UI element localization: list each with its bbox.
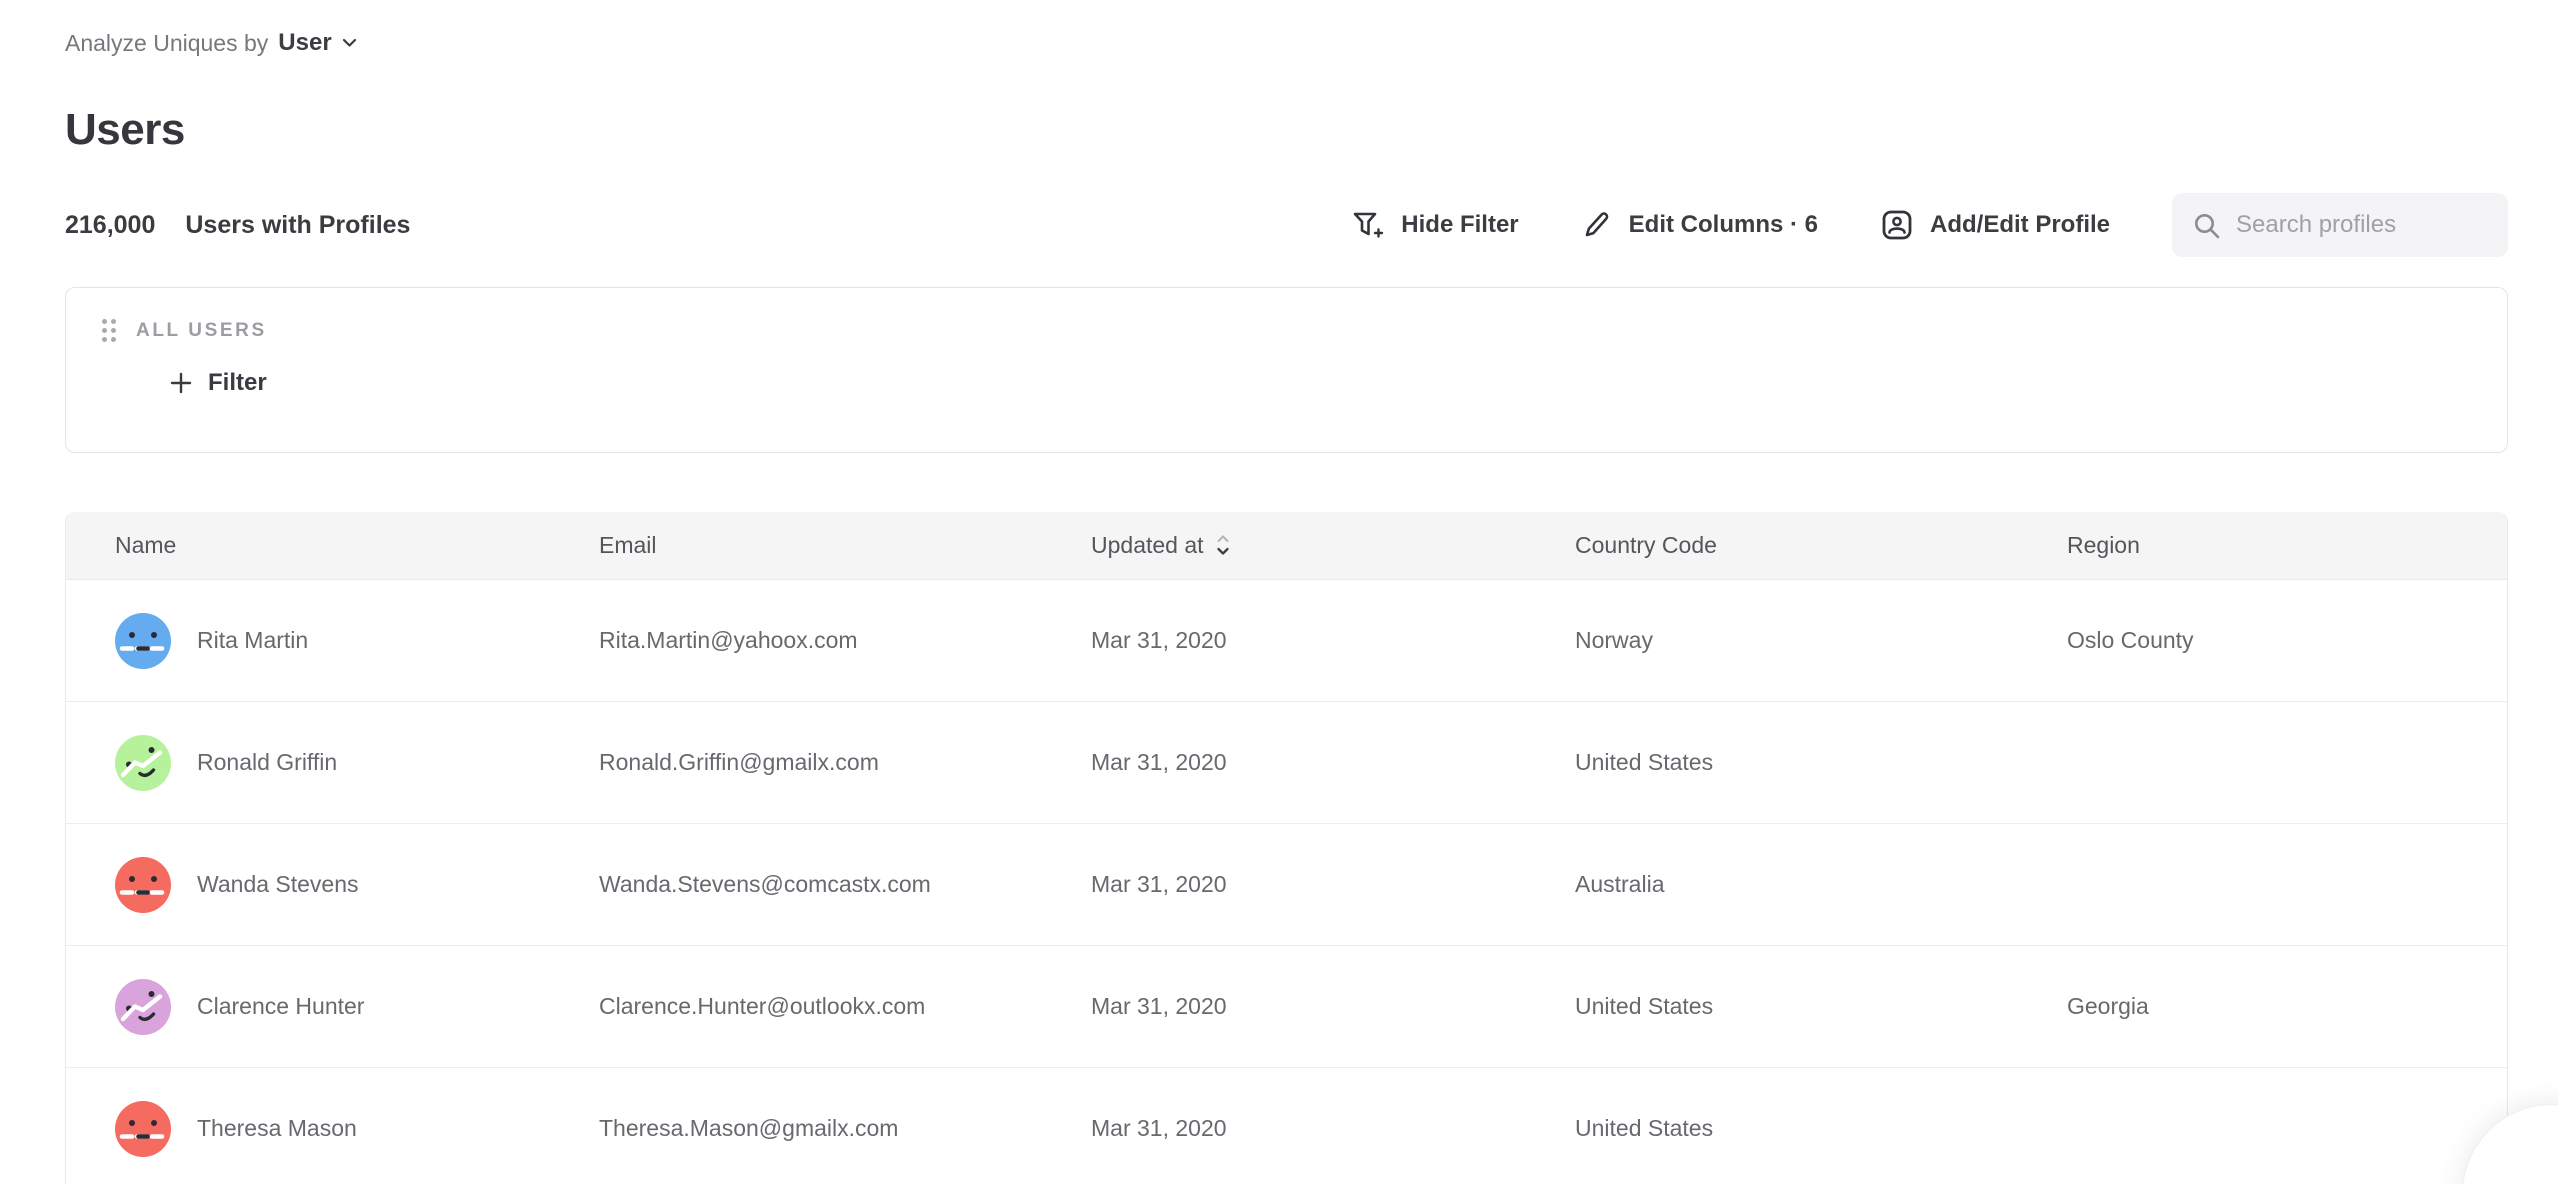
profiles-table: Name Email Updated at Country Code Regio…	[65, 512, 2508, 1184]
add-edit-profile-label: Add/Edit Profile	[1930, 211, 2110, 239]
profile-count-value: 216,000	[65, 211, 155, 240]
table-header-row: Name Email Updated at Country Code Regio…	[66, 512, 2507, 580]
cell-updated-at: Mar 31, 2020	[1042, 749, 1526, 776]
cell-name: Wanda Stevens	[66, 857, 550, 913]
cohort-group-label: ALL USERS	[136, 320, 267, 342]
column-header-email[interactable]: Email	[550, 532, 1042, 559]
hide-filter-button[interactable]: Hide Filter	[1351, 209, 1518, 241]
search-icon	[2192, 211, 2222, 241]
avatar	[115, 613, 171, 669]
table-row[interactable]: Clarence Hunter Clarence.Hunter@outlookx…	[66, 946, 2507, 1068]
edit-columns-button[interactable]: Edit Columns · 6	[1581, 209, 1818, 241]
edit-columns-label: Edit Columns · 6	[1629, 211, 1818, 239]
table-row[interactable]: Ronald Griffin Ronald.Griffin@gmailx.com…	[66, 702, 2507, 824]
cell-email: Wanda.Stevens@comcastx.com	[550, 871, 1042, 898]
search-profiles-box	[2172, 193, 2508, 257]
analyze-by-dropdown[interactable]: User	[278, 29, 356, 57]
user-name: Ronald Griffin	[197, 749, 337, 776]
chevron-down-icon	[342, 38, 357, 48]
profile-count: 216,000 Users with Profiles	[65, 211, 410, 240]
cell-country-code: United States	[1526, 749, 2018, 776]
cell-region: Georgia	[2018, 993, 2507, 1020]
avatar	[115, 979, 171, 1035]
cell-updated-at: Mar 31, 2020	[1042, 1115, 1526, 1142]
cell-email: Theresa.Mason@gmailx.com	[550, 1115, 1042, 1142]
table-row[interactable]: Rita Martin Rita.Martin@yahoox.com Mar 3…	[66, 580, 2507, 702]
cell-country-code: Australia	[1526, 871, 2018, 898]
filter-panel: ALL USERS Filter	[65, 287, 2508, 453]
cell-region: Oslo County	[2018, 627, 2507, 654]
cell-email: Ronald.Griffin@gmailx.com	[550, 749, 1042, 776]
profile-card-icon	[1880, 208, 1914, 242]
cell-name: Clarence Hunter	[66, 979, 550, 1035]
hide-filter-label: Hide Filter	[1401, 211, 1518, 239]
pencil-icon	[1581, 209, 1613, 241]
column-header-country-code[interactable]: Country Code	[1526, 532, 2018, 559]
cell-name: Rita Martin	[66, 613, 550, 669]
filter-funnel-plus-icon	[1351, 209, 1385, 241]
column-header-updated-at[interactable]: Updated at	[1042, 532, 1526, 559]
cell-name: Ronald Griffin	[66, 735, 550, 791]
user-name: Theresa Mason	[197, 1115, 357, 1142]
plus-icon	[169, 371, 193, 395]
avatar	[115, 1101, 171, 1157]
cell-updated-at: Mar 31, 2020	[1042, 871, 1526, 898]
table-row[interactable]: Wanda Stevens Wanda.Stevens@comcastx.com…	[66, 824, 2507, 946]
user-name: Wanda Stevens	[197, 871, 359, 898]
column-header-name[interactable]: Name	[66, 532, 550, 559]
cell-country-code: United States	[1526, 1115, 2018, 1142]
user-name: Clarence Hunter	[197, 993, 364, 1020]
profile-count-label: Users with Profiles	[185, 211, 410, 240]
table-row[interactable]: Theresa Mason Theresa.Mason@gmailx.com M…	[66, 1068, 2507, 1184]
search-profiles-input[interactable]	[2172, 193, 2508, 257]
page-title: Users	[65, 104, 2508, 156]
stats-toolbar-row: 216,000 Users with Profiles Hide Filter	[65, 193, 2508, 257]
add-filter-button[interactable]: Filter	[169, 369, 267, 397]
column-header-region[interactable]: Region	[2018, 532, 2507, 559]
cell-email: Rita.Martin@yahoox.com	[550, 627, 1042, 654]
cell-email: Clarence.Hunter@outlookx.com	[550, 993, 1042, 1020]
toolbar: Hide Filter Edit Columns · 6	[1351, 193, 2508, 257]
cell-updated-at: Mar 31, 2020	[1042, 627, 1526, 654]
cell-country-code: United States	[1526, 993, 2018, 1020]
add-filter-label: Filter	[208, 369, 267, 397]
cell-updated-at: Mar 31, 2020	[1042, 993, 1526, 1020]
users-page: Analyze Uniques by User Users 216,000 Us…	[0, 0, 2558, 1184]
add-edit-profile-button[interactable]: Add/Edit Profile	[1880, 208, 2110, 242]
cell-country-code: Norway	[1526, 627, 2018, 654]
drag-handle-icon[interactable]	[102, 319, 116, 342]
avatar	[115, 857, 171, 913]
table-body: Rita Martin Rita.Martin@yahoox.com Mar 3…	[66, 580, 2507, 1184]
user-name: Rita Martin	[197, 627, 308, 654]
analyze-by-value: User	[278, 29, 331, 57]
analyze-uniques-bar: Analyze Uniques by User	[65, 27, 2508, 59]
analyze-uniques-label: Analyze Uniques by	[65, 30, 268, 57]
sort-indicator-icon	[1216, 533, 1230, 558]
avatar	[115, 735, 171, 791]
cell-name: Theresa Mason	[66, 1101, 550, 1157]
